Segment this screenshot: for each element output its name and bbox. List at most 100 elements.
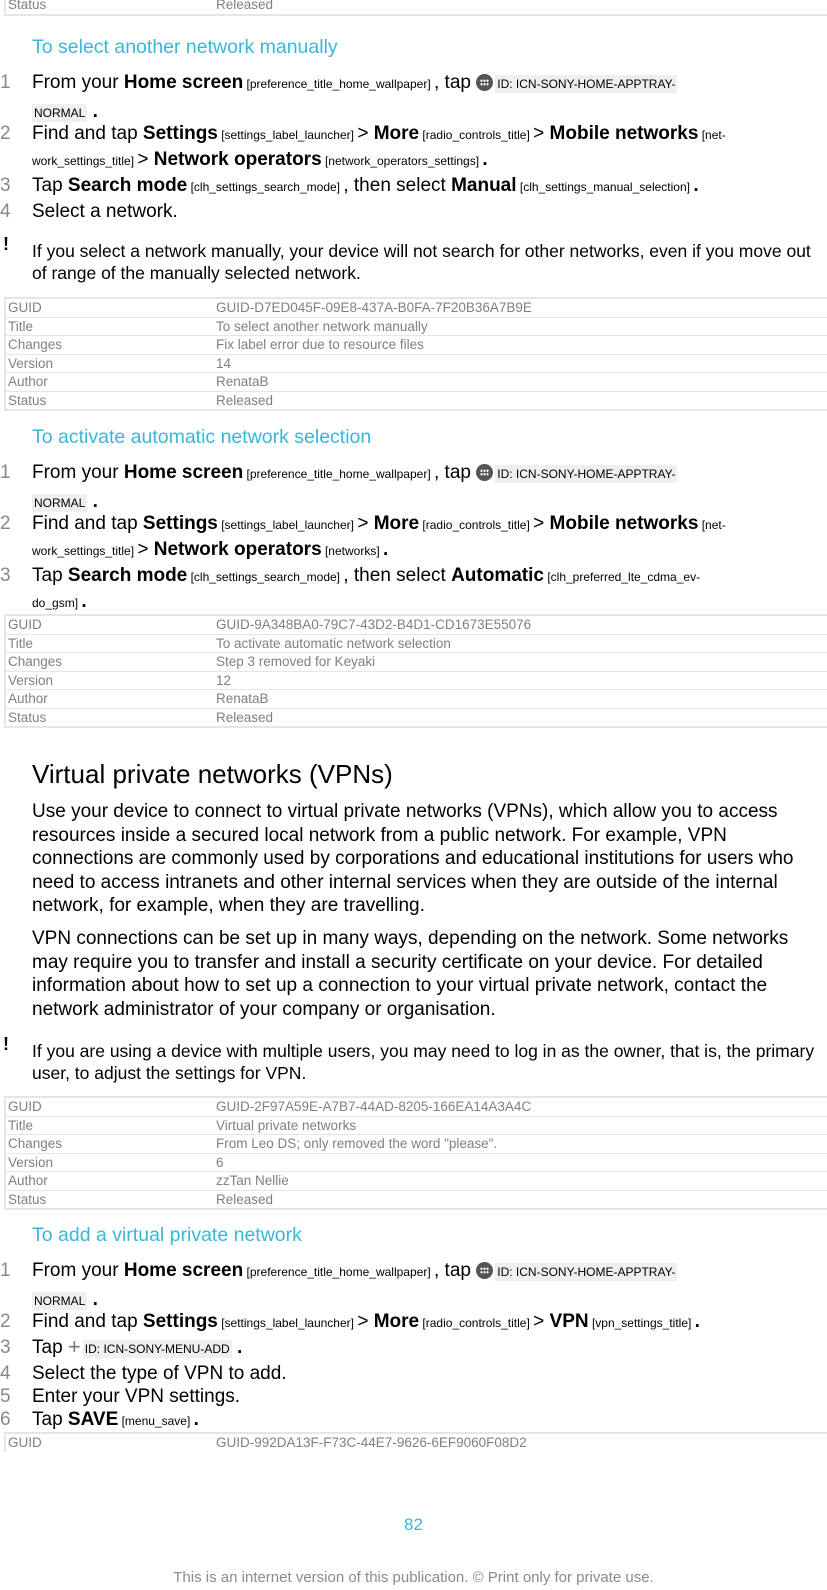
meta-row: GUID GUID-992DA13F-F73C-44E7-9626-6EF9060… bbox=[6, 1434, 827, 1452]
meta-value: To select another network manually bbox=[216, 318, 428, 334]
meta-value: 6 bbox=[216, 1154, 224, 1170]
paragraph: Use your device to connect to virtual pr… bbox=[32, 801, 794, 916]
meta-key: Title bbox=[8, 318, 34, 334]
text: > bbox=[533, 123, 550, 144]
icon-id-label: ID: ICN-SONY-HOME-APPTRAY- bbox=[495, 1263, 678, 1281]
resource-id: [preference_title_home_wallpaper] bbox=[243, 1265, 434, 1279]
meta-row: Title To activate automatic network selec… bbox=[6, 635, 827, 653]
text: Tap bbox=[32, 565, 68, 586]
page-number: 82 bbox=[404, 1515, 423, 1534]
procedure-title: To add a virtual private network bbox=[32, 1224, 302, 1246]
meta-key: Status bbox=[8, 709, 47, 725]
step-text: Find and tap Settings [settings_label_la… bbox=[32, 1309, 700, 1336]
step-text: From your Home screen [preference_title_… bbox=[32, 70, 678, 97]
section-heading: Virtual private networks (VPNs) bbox=[32, 759, 393, 789]
meta-value: Released bbox=[216, 709, 274, 725]
meta-value: RenataB bbox=[216, 374, 269, 389]
meta-value: zzTan Nellie bbox=[216, 1173, 289, 1188]
meta-value: GUID-2F97A59E-A7B7-44AD-8205-166EA14A3A4… bbox=[216, 1099, 532, 1114]
text: From your bbox=[32, 462, 124, 483]
ui-label: Mobile networks bbox=[549, 123, 699, 144]
procedure-title: To activate automatic network selection bbox=[32, 426, 372, 448]
text: > bbox=[137, 539, 154, 560]
ui-label: Settings bbox=[142, 1311, 218, 1332]
text: . bbox=[693, 175, 699, 196]
ui-label: Settings bbox=[142, 513, 218, 534]
meta-table: GUID GUID-D7ED045F-09E8-437A-B0FA-7F20B36… bbox=[4, 297, 827, 411]
meta-row: Author RenataB bbox=[6, 690, 827, 709]
ui-label: Home screen bbox=[123, 462, 244, 483]
meta-row: Title Virtual private networks bbox=[6, 1117, 827, 1135]
resource-id: [menu_save] bbox=[118, 1414, 194, 1428]
meta-value: Fix label error due to resource files bbox=[216, 337, 424, 352]
text: Find and tap bbox=[32, 513, 143, 534]
meta-key: Title bbox=[8, 1117, 34, 1133]
text: , tap bbox=[433, 1260, 477, 1281]
meta-row: Changes Fix label error due to resource f… bbox=[6, 336, 827, 355]
ui-label: More bbox=[373, 1311, 420, 1332]
meta-key: Changes bbox=[8, 337, 63, 352]
meta-row: Title To select another network manually bbox=[6, 318, 827, 336]
meta-value: Released bbox=[216, 1191, 274, 1207]
app-tray-icon bbox=[476, 464, 494, 481]
meta-key: Author bbox=[8, 374, 48, 389]
meta-row: Status Released bbox=[6, 1191, 827, 1209]
text: > bbox=[533, 513, 550, 534]
text: > bbox=[137, 149, 154, 170]
resource-id: do_gsm] bbox=[32, 596, 82, 610]
resource-id: [radio_controls_title] bbox=[419, 1316, 534, 1330]
ui-label: Mobile networks bbox=[549, 513, 699, 534]
ui-label: Home screen bbox=[123, 1260, 244, 1281]
meta-key: Version bbox=[8, 355, 54, 371]
resource-id: [clh_settings_manual_selection] bbox=[516, 180, 694, 194]
meta-value: To activate automatic network selection bbox=[216, 635, 451, 651]
resource-id: [networks] bbox=[321, 544, 383, 558]
meta-value: GUID-992DA13F-F73C-44E7-9626-6EF9060F08D… bbox=[216, 1435, 527, 1450]
text: . bbox=[383, 539, 389, 560]
step-text: From your Home screen [preference_title_… bbox=[32, 460, 678, 487]
text: > bbox=[357, 1311, 374, 1332]
meta-key: Changes bbox=[8, 1136, 63, 1151]
app-tray-icon bbox=[476, 74, 494, 91]
step-text: Tap + ID: ICN-SONY-MENU-ADD . bbox=[32, 1335, 242, 1362]
ui-label: Network operators bbox=[153, 149, 322, 170]
text: > bbox=[357, 123, 374, 144]
resource-id: [vpn_settings_title] bbox=[588, 1316, 695, 1330]
resource-id: [preference_title_home_wallpaper] bbox=[243, 77, 434, 91]
icon-id-label: NORMAL bbox=[32, 1292, 88, 1310]
meta-table: GUID GUID-9A348BA0-79C7-43D2-B4D1-CD1673E… bbox=[4, 614, 827, 728]
step-number: 2 bbox=[0, 123, 11, 144]
meta-table-previous: Status Released bbox=[4, 0, 827, 16]
meta-row: Version 6 bbox=[6, 1154, 827, 1172]
ui-label: More bbox=[373, 123, 420, 144]
text: . bbox=[87, 491, 98, 512]
meta-value: GUID-9A348BA0-79C7-43D2-B4D1-CD1673E5507… bbox=[216, 617, 532, 632]
note-text: If you select a network manually, your d… bbox=[32, 241, 811, 283]
paragraph: VPN connections can be set up in many wa… bbox=[32, 928, 789, 1020]
meta-row: Changes Step 3 removed for Keyaki bbox=[6, 653, 827, 672]
text: Tap bbox=[32, 1409, 68, 1430]
meta-key: GUID bbox=[8, 1099, 42, 1114]
step-number: 3 bbox=[0, 175, 11, 196]
meta-row: Status Released bbox=[6, 392, 827, 410]
meta-value: 12 bbox=[216, 672, 232, 688]
meta-key: Title bbox=[8, 635, 34, 651]
resource-id: [settings_label_launcher] bbox=[217, 128, 358, 142]
step-number: 2 bbox=[0, 1311, 11, 1332]
meta-value: From Leo DS; only removed the word "plea… bbox=[216, 1136, 498, 1151]
step-text: From your Home screen [preference_title_… bbox=[32, 1258, 678, 1285]
note-text: If you are using a device with multiple … bbox=[32, 1041, 815, 1083]
resource-id: [settings_label_launcher] bbox=[217, 518, 358, 532]
step-number: 3 bbox=[0, 565, 11, 586]
step-text: Find and tap Settings [settings_label_la… bbox=[32, 511, 726, 538]
meta-row: Status Released bbox=[6, 709, 827, 727]
resource-id: [radio_controls_title] bbox=[419, 128, 534, 142]
meta-key: Status bbox=[8, 1191, 47, 1207]
add-icon: + bbox=[67, 1334, 81, 1359]
text: Find and tap bbox=[32, 1311, 143, 1332]
procedure-title: To select another network manually bbox=[32, 36, 338, 58]
meta-row: Author RenataB bbox=[6, 373, 827, 392]
ui-label: VPN bbox=[549, 1311, 589, 1332]
text: . bbox=[482, 149, 488, 170]
step-text: Tap SAVE [menu_save] . bbox=[32, 1407, 199, 1434]
